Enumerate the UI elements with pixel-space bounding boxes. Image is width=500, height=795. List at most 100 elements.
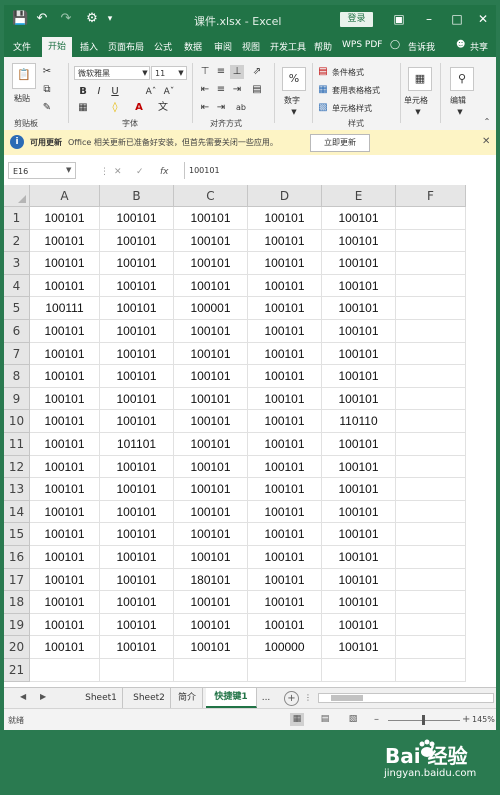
- decrease-indent-icon[interactable]: ⇤: [198, 101, 212, 115]
- column-header[interactable]: F: [396, 185, 466, 207]
- row-header[interactable]: 11: [4, 433, 30, 456]
- row-header[interactable]: 1: [4, 207, 30, 230]
- cell[interactable]: 100101: [248, 433, 322, 456]
- align-bottom-icon[interactable]: ⊥: [230, 65, 244, 79]
- cell[interactable]: 100101: [100, 636, 174, 659]
- cell[interactable]: 100101: [248, 591, 322, 614]
- chevron-down-icon[interactable]: ▼: [453, 105, 467, 119]
- column-header[interactable]: E: [322, 185, 396, 207]
- cell[interactable]: 100101: [322, 365, 396, 388]
- cell-style-button[interactable]: 单元格样式: [332, 103, 372, 114]
- add-sheet-icon[interactable]: +: [284, 691, 299, 706]
- cell[interactable]: 100101: [248, 613, 322, 637]
- cell[interactable]: 100101: [100, 410, 174, 433]
- align-top-icon[interactable]: ⊤: [198, 65, 212, 79]
- underline-icon[interactable]: U: [108, 85, 122, 99]
- cell[interactable]: 100101: [322, 387, 396, 411]
- orientation-icon[interactable]: ⇗: [250, 65, 264, 79]
- cell[interactable]: 100101: [322, 500, 396, 524]
- phonetic-icon[interactable]: 文: [156, 101, 170, 115]
- cell[interactable]: 100000: [248, 636, 322, 659]
- cell[interactable]: 100101: [100, 568, 174, 592]
- cell[interactable]: 100101: [30, 500, 100, 524]
- insert-function-icon[interactable]: fx: [160, 167, 169, 177]
- cell[interactable]: 100101: [248, 365, 322, 388]
- row-header[interactable]: 16: [4, 546, 30, 569]
- row-header[interactable]: 10: [4, 410, 30, 433]
- merge-icon[interactable]: ▤: [250, 83, 264, 97]
- cell[interactable]: [396, 297, 466, 320]
- cell[interactable]: 180101: [174, 568, 248, 592]
- border-icon[interactable]: ▦: [76, 101, 90, 115]
- normal-view-icon[interactable]: ▦: [290, 713, 304, 726]
- cell[interactable]: 100101: [100, 478, 174, 501]
- row-header[interactable]: 18: [4, 591, 30, 614]
- fill-color-icon[interactable]: ◊: [108, 101, 122, 115]
- tab-data[interactable]: 数据: [184, 40, 202, 53]
- cell[interactable]: [396, 478, 466, 501]
- horizontal-scrollbar[interactable]: [318, 693, 494, 703]
- cell[interactable]: 100101: [322, 591, 396, 614]
- cell[interactable]: [396, 613, 466, 637]
- cell[interactable]: 100101: [248, 297, 322, 320]
- row-header[interactable]: 19: [4, 613, 30, 637]
- cell[interactable]: 100101: [174, 207, 248, 230]
- tab-formulas[interactable]: 公式: [154, 40, 172, 53]
- bold-icon[interactable]: B: [76, 85, 90, 99]
- tab-page-layout[interactable]: 页面布局: [108, 40, 144, 53]
- collapse-ribbon-icon[interactable]: ⌃: [480, 115, 494, 129]
- more-sheets[interactable]: ...: [258, 688, 274, 708]
- cell[interactable]: 100101: [100, 365, 174, 388]
- cell[interactable]: [396, 546, 466, 569]
- increase-indent-icon[interactable]: ⇥: [214, 101, 228, 115]
- ribbon-display-icon[interactable]: ▣: [392, 12, 406, 26]
- cell[interactable]: 100101: [30, 410, 100, 433]
- cell[interactable]: 100101: [248, 320, 322, 343]
- cell[interactable]: [396, 342, 466, 366]
- tab-help[interactable]: 帮助: [314, 40, 332, 53]
- sheet-tab-active[interactable]: 快捷键1: [206, 688, 257, 708]
- chevron-down-icon[interactable]: ▼: [411, 105, 425, 119]
- cell[interactable]: 100101: [174, 252, 248, 275]
- cell[interactable]: [30, 659, 100, 682]
- formula-input[interactable]: 100101: [184, 162, 494, 179]
- cell[interactable]: 100101: [30, 229, 100, 253]
- number-format-icon[interactable]: %: [282, 67, 306, 91]
- cell[interactable]: [396, 320, 466, 343]
- cell[interactable]: [100, 659, 174, 682]
- share-button[interactable]: 共享: [470, 40, 488, 53]
- cell[interactable]: [396, 433, 466, 456]
- cell[interactable]: 101101: [100, 433, 174, 456]
- cell[interactable]: 100101: [30, 523, 100, 546]
- cell[interactable]: 100101: [174, 613, 248, 637]
- cell[interactable]: [396, 229, 466, 253]
- font-color-icon[interactable]: A: [132, 101, 146, 115]
- cell[interactable]: 100101: [174, 320, 248, 343]
- tab-review[interactable]: 审阅: [214, 40, 232, 53]
- cell[interactable]: 100101: [322, 274, 396, 298]
- cell[interactable]: 100101: [322, 252, 396, 275]
- cell[interactable]: [396, 636, 466, 659]
- cell[interactable]: 100101: [248, 546, 322, 569]
- row-header[interactable]: 6: [4, 320, 30, 343]
- decrease-font-icon[interactable]: Aˇ: [162, 85, 176, 99]
- cell[interactable]: 100101: [322, 568, 396, 592]
- column-header[interactable]: C: [174, 185, 248, 207]
- cell[interactable]: 100101: [100, 274, 174, 298]
- cell[interactable]: 100101: [322, 455, 396, 479]
- cell[interactable]: 100101: [322, 523, 396, 546]
- cell[interactable]: 100101: [322, 433, 396, 456]
- row-header[interactable]: 15: [4, 523, 30, 546]
- close-icon[interactable]: ✕: [476, 12, 490, 26]
- page-layout-view-icon[interactable]: ▤: [318, 713, 332, 726]
- cell[interactable]: 100101: [100, 546, 174, 569]
- italic-icon[interactable]: I: [92, 85, 106, 99]
- zoom-in-icon[interactable]: +: [462, 714, 470, 725]
- column-header[interactable]: A: [30, 185, 100, 207]
- cell[interactable]: [396, 387, 466, 411]
- conditional-format-button[interactable]: 条件格式: [332, 67, 364, 78]
- row-header[interactable]: 4: [4, 274, 30, 298]
- zoom-slider-thumb[interactable]: [422, 715, 425, 725]
- cell[interactable]: [396, 274, 466, 298]
- cell[interactable]: 100101: [322, 320, 396, 343]
